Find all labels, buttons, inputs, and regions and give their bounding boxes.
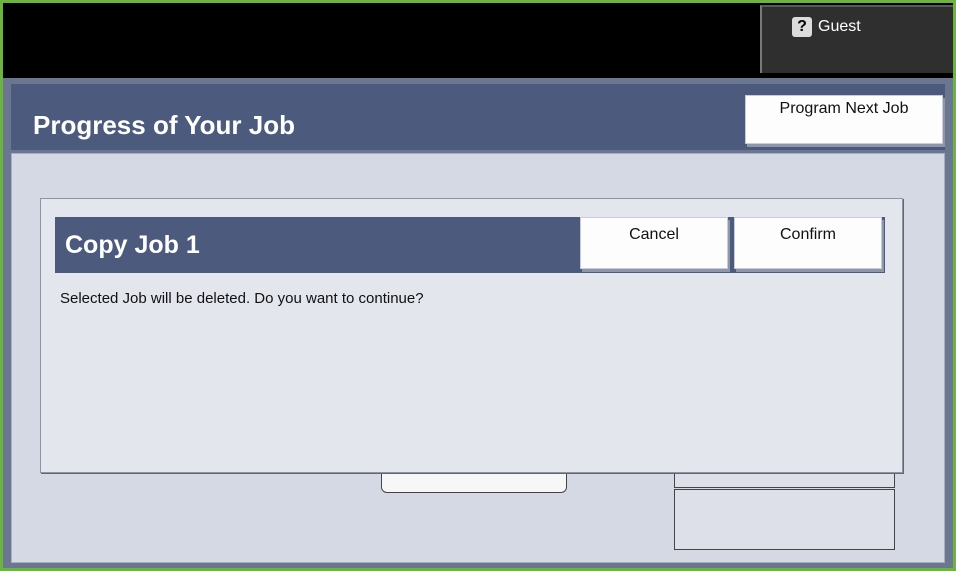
dialog-message: Selected Job will be deleted. Do you wan… <box>60 290 424 307</box>
confirm-delete-dialog: Copy Job 1 Cancel Confirm Selected Job w… <box>40 198 903 473</box>
question-mark-icon: ? <box>792 17 812 37</box>
program-next-job-button[interactable]: Program Next Job <box>745 95 943 144</box>
page-title: Progress of Your Job <box>33 110 295 140</box>
main-content: Progress of Your Job Program Next Job Co… <box>3 78 953 568</box>
dialog-title: Copy Job 1 <box>65 231 200 259</box>
guest-label: Guest <box>818 18 861 35</box>
guest-login-button[interactable]: ? Guest <box>760 5 953 73</box>
cancel-label: Cancel <box>629 226 679 243</box>
dialog-header: Copy Job 1 Cancel Confirm <box>55 217 885 273</box>
background-box-lower <box>674 489 895 550</box>
program-next-job-label: Program Next Job <box>779 100 909 117</box>
page-title-bar: Progress of Your Job Program Next Job <box>11 84 945 150</box>
confirm-button[interactable]: Confirm <box>734 217 882 269</box>
confirm-label: Confirm <box>779 226 836 243</box>
cancel-button[interactable]: Cancel <box>580 217 728 269</box>
top-bar: ? Guest <box>3 3 953 78</box>
device-screen: ? Guest Progress of Your Job Program Nex… <box>0 0 956 571</box>
